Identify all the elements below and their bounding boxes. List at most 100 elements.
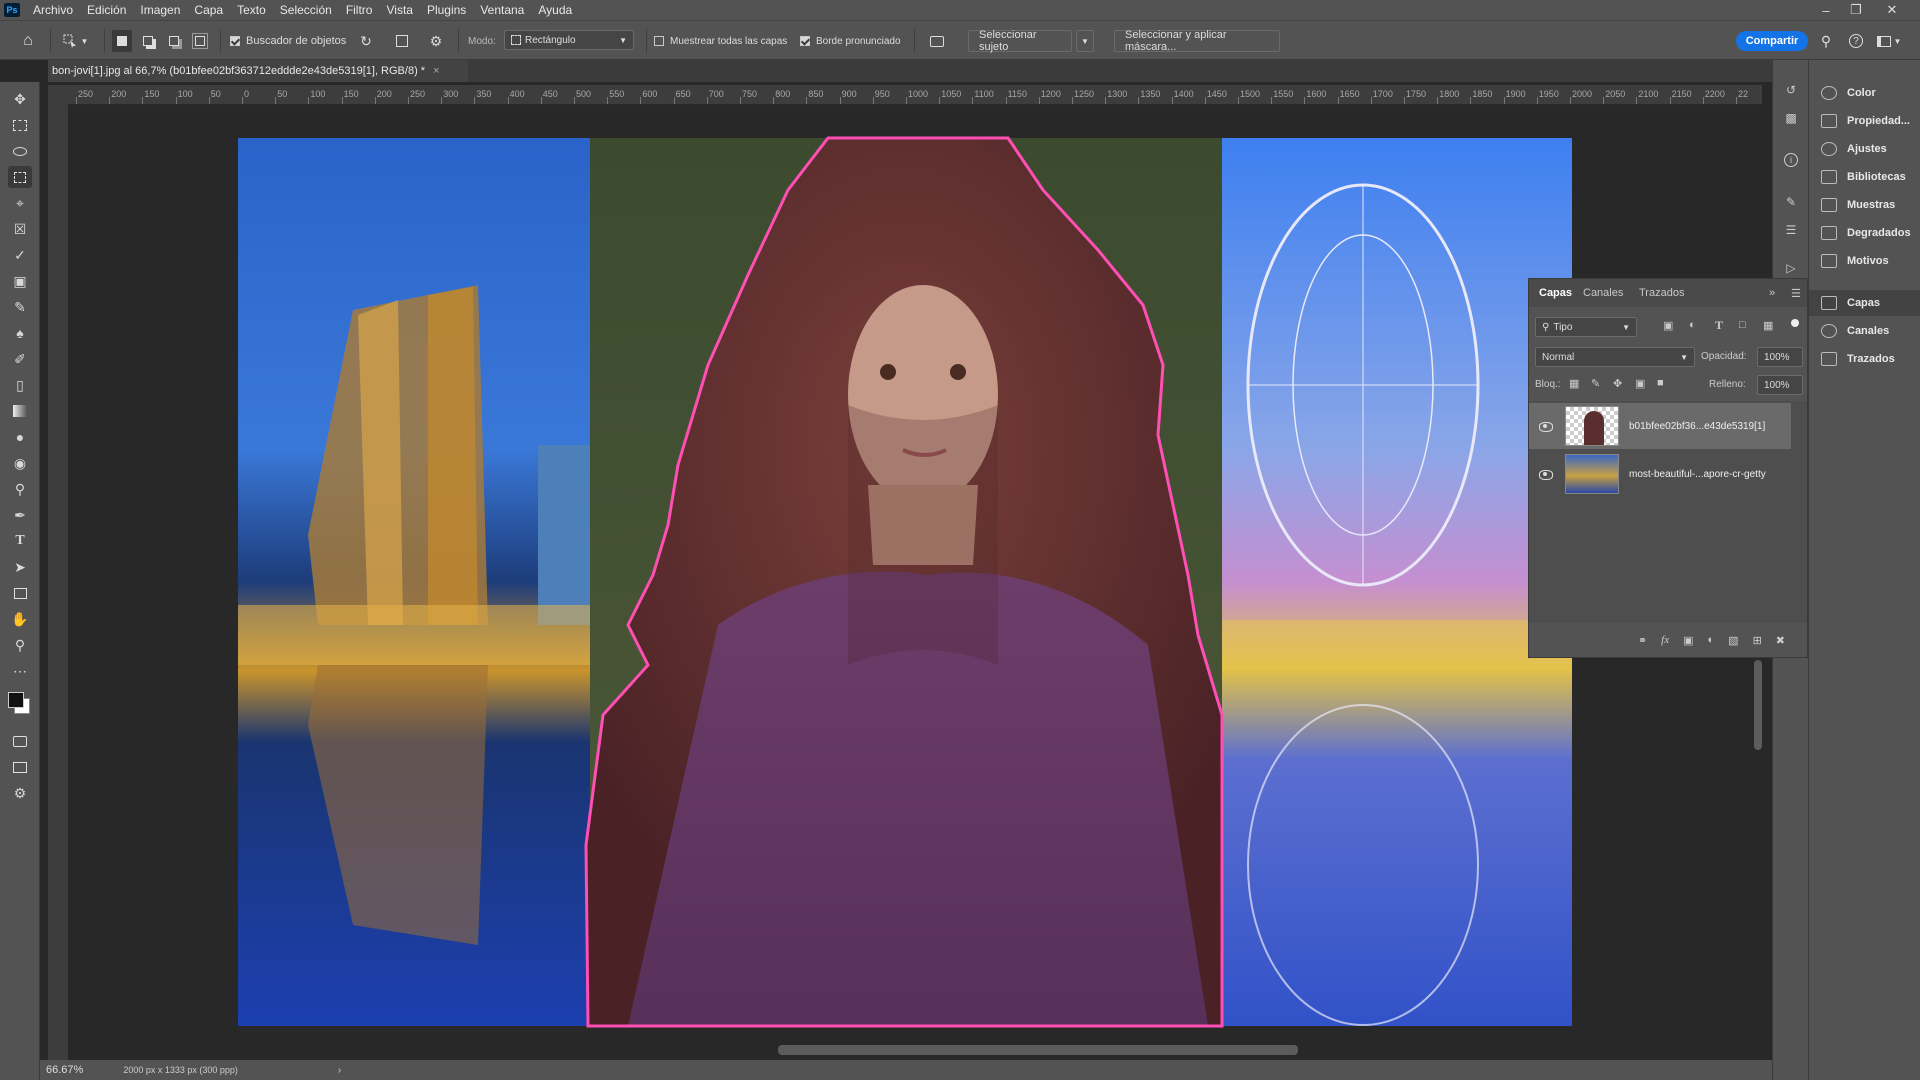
status-expand-icon[interactable]: ›	[338, 1065, 341, 1076]
blur-tool-icon[interactable]: ●	[8, 426, 32, 448]
pen-tool-icon[interactable]: ✒	[8, 504, 32, 526]
clone-stamp-tool-icon[interactable]: ♠	[8, 322, 32, 344]
zoom-level[interactable]: 66.67%	[46, 1064, 83, 1076]
object-selection-tool-icon[interactable]	[8, 166, 32, 188]
actions-icon[interactable]: ▷	[1783, 260, 1799, 276]
menu-ayuda[interactable]: Ayuda	[538, 3, 572, 17]
lock-all-icon[interactable]: ■	[1657, 377, 1664, 389]
close-tab-icon[interactable]: ×	[433, 65, 439, 77]
info-icon[interactable]: i	[1783, 152, 1799, 168]
dock-swatches[interactable]: Muestras	[1809, 192, 1920, 218]
lasso-tool-icon[interactable]	[8, 140, 32, 162]
search-icon[interactable]: ⚲	[1816, 30, 1836, 52]
dock-channels[interactable]: Canales	[1809, 318, 1920, 344]
menu-texto[interactable]: Texto	[237, 3, 266, 17]
history-brush-tool-icon[interactable]: ✐	[8, 348, 32, 370]
new-layer-icon[interactable]: ⊞	[1753, 634, 1762, 647]
sample-all-layers-checkbox[interactable]: Muestrear todas las capas	[654, 30, 787, 52]
dock-properties[interactable]: Propiedad...	[1809, 108, 1920, 134]
link-layers-icon[interactable]: ⚭	[1638, 634, 1647, 647]
tab-canales[interactable]: Canales	[1583, 279, 1623, 307]
document-tab[interactable]: bon-jovi[1].jpg al 66,7% (b01bfee02bf363…	[48, 60, 468, 82]
type-tool-icon[interactable]: T	[8, 530, 32, 552]
horizontal-scrollbar[interactable]	[778, 1045, 1298, 1055]
comments-icon[interactable]: ▩	[1783, 110, 1799, 126]
help-icon[interactable]: ?	[1846, 30, 1866, 52]
lock-image-icon[interactable]: ✎	[1591, 377, 1600, 390]
edit-toolbar-icon[interactable]: ⚙	[8, 782, 32, 804]
frame-tool-icon[interactable]: ☒	[8, 218, 32, 240]
filter-type-icon[interactable]: T	[1715, 318, 1723, 333]
zoom-tool-icon[interactable]: ⚲	[8, 634, 32, 656]
marquee-tool-icon[interactable]	[8, 114, 32, 136]
foreground-color-swatch[interactable]	[8, 692, 24, 708]
tab-capas[interactable]: Capas	[1539, 279, 1572, 307]
menu-plugins[interactable]: Plugins	[427, 3, 466, 17]
rectangle-tool-icon[interactable]	[8, 582, 32, 604]
new-selection-button[interactable]	[112, 30, 132, 52]
history-icon[interactable]: ↺	[1783, 82, 1799, 98]
healing-brush-tool-icon[interactable]: ▣	[8, 270, 32, 292]
tool-preset-picker[interactable]: ▼	[58, 30, 92, 52]
new-adjustment-layer-icon[interactable]: ◐	[1708, 634, 1715, 646]
dock-layers[interactable]: Capas	[1809, 290, 1920, 316]
home-icon[interactable]: ⌂	[14, 30, 42, 52]
mode-dropdown[interactable]: Rectángulo ▼	[504, 30, 634, 50]
ruler-origin[interactable]	[48, 85, 68, 105]
properties-icon[interactable]: ☰	[1783, 222, 1799, 238]
canvas-area[interactable]	[68, 105, 1762, 1060]
new-group-icon[interactable]: ▧	[1728, 634, 1738, 647]
select-subject-dropdown[interactable]: ▼	[1076, 30, 1094, 52]
workspace-icon[interactable]: ▼	[1874, 30, 1904, 52]
gradient-tool-icon[interactable]	[8, 400, 32, 422]
subtract-from-selection-button[interactable]	[164, 30, 184, 52]
layer-name[interactable]: b01bfee02bf36...e43de5319[1]	[1629, 421, 1765, 432]
menu-filtro[interactable]: Filtro	[346, 3, 373, 17]
filter-toggle-icon[interactable]	[1791, 319, 1799, 327]
eyedropper-tool-icon[interactable]: ✓	[8, 244, 32, 266]
close-icon[interactable]: ✕	[1878, 0, 1906, 20]
dock-adjustments[interactable]: Ajustes	[1809, 136, 1920, 162]
hand-tool-icon[interactable]: ✋	[8, 608, 32, 630]
dock-patterns[interactable]: Motivos	[1809, 248, 1920, 274]
lock-position-icon[interactable]: ✥	[1613, 377, 1622, 390]
fill-field[interactable]: 100%	[1757, 375, 1803, 395]
layer-name[interactable]: most-beautiful-...apore-cr-getty	[1629, 469, 1766, 480]
minimize-icon[interactable]: –	[1812, 0, 1840, 20]
restore-icon[interactable]: ❐	[1842, 0, 1870, 20]
screen-mode-icon[interactable]	[8, 756, 32, 778]
dock-color[interactable]: Color	[1809, 80, 1920, 106]
share-button[interactable]: Compartir	[1736, 31, 1808, 51]
eraser-tool-icon[interactable]: ▯	[8, 374, 32, 396]
filter-adjustment-icon[interactable]: ◐	[1689, 319, 1696, 331]
menu-edicion[interactable]: Edición	[87, 3, 126, 17]
brush-settings-icon[interactable]: ✎	[1783, 194, 1799, 210]
add-to-selection-button[interactable]	[138, 30, 158, 52]
menu-archivo[interactable]: Archivo	[33, 3, 73, 17]
filter-shape-icon[interactable]: □	[1739, 319, 1746, 331]
gear-icon[interactable]: ⚙	[426, 30, 446, 52]
object-finder-checkbox[interactable]: Buscador de objetos	[230, 30, 346, 52]
lock-artboard-icon[interactable]: ▣	[1635, 377, 1645, 390]
hard-edge-checkbox[interactable]: Borde pronunciado	[800, 30, 901, 52]
dock-gradients[interactable]: Degradados	[1809, 220, 1920, 246]
horizontal-ruler[interactable]: 250 200 150 100 50 0 50 100 150 200 250 300 350 400 45…	[68, 85, 1762, 105]
dodge-tool-icon[interactable]: ◉	[8, 452, 32, 474]
zoom-ring-tool-icon[interactable]: ⚲	[8, 478, 32, 500]
brush-tool-icon[interactable]: ✎	[8, 296, 32, 318]
more-tools-icon[interactable]: ⋯	[8, 660, 32, 682]
intersect-selection-button[interactable]	[190, 30, 210, 52]
layer-row-portrait[interactable]: b01bfee02bf36...e43de5319[1]	[1529, 403, 1791, 449]
visibility-eye-icon[interactable]	[1539, 421, 1553, 432]
dock-paths[interactable]: Trazados	[1809, 346, 1920, 372]
select-subject-button[interactable]: Seleccionar sujeto	[968, 29, 1072, 53]
crop-tool-icon[interactable]: ⌖	[8, 192, 32, 214]
path-selection-tool-icon[interactable]: ➤	[8, 556, 32, 578]
select-and-mask-button[interactable]: Seleccionar y aplicar máscara...	[1114, 29, 1280, 53]
blend-mode-dropdown[interactable]: Normal ▼	[1535, 347, 1695, 367]
move-tool-icon[interactable]: ✥	[8, 88, 32, 110]
menu-imagen[interactable]: Imagen	[140, 3, 180, 17]
feedback-icon[interactable]	[926, 30, 948, 52]
quick-mask-icon[interactable]	[8, 730, 32, 752]
collapse-panel-icon[interactable]: »	[1769, 279, 1775, 307]
